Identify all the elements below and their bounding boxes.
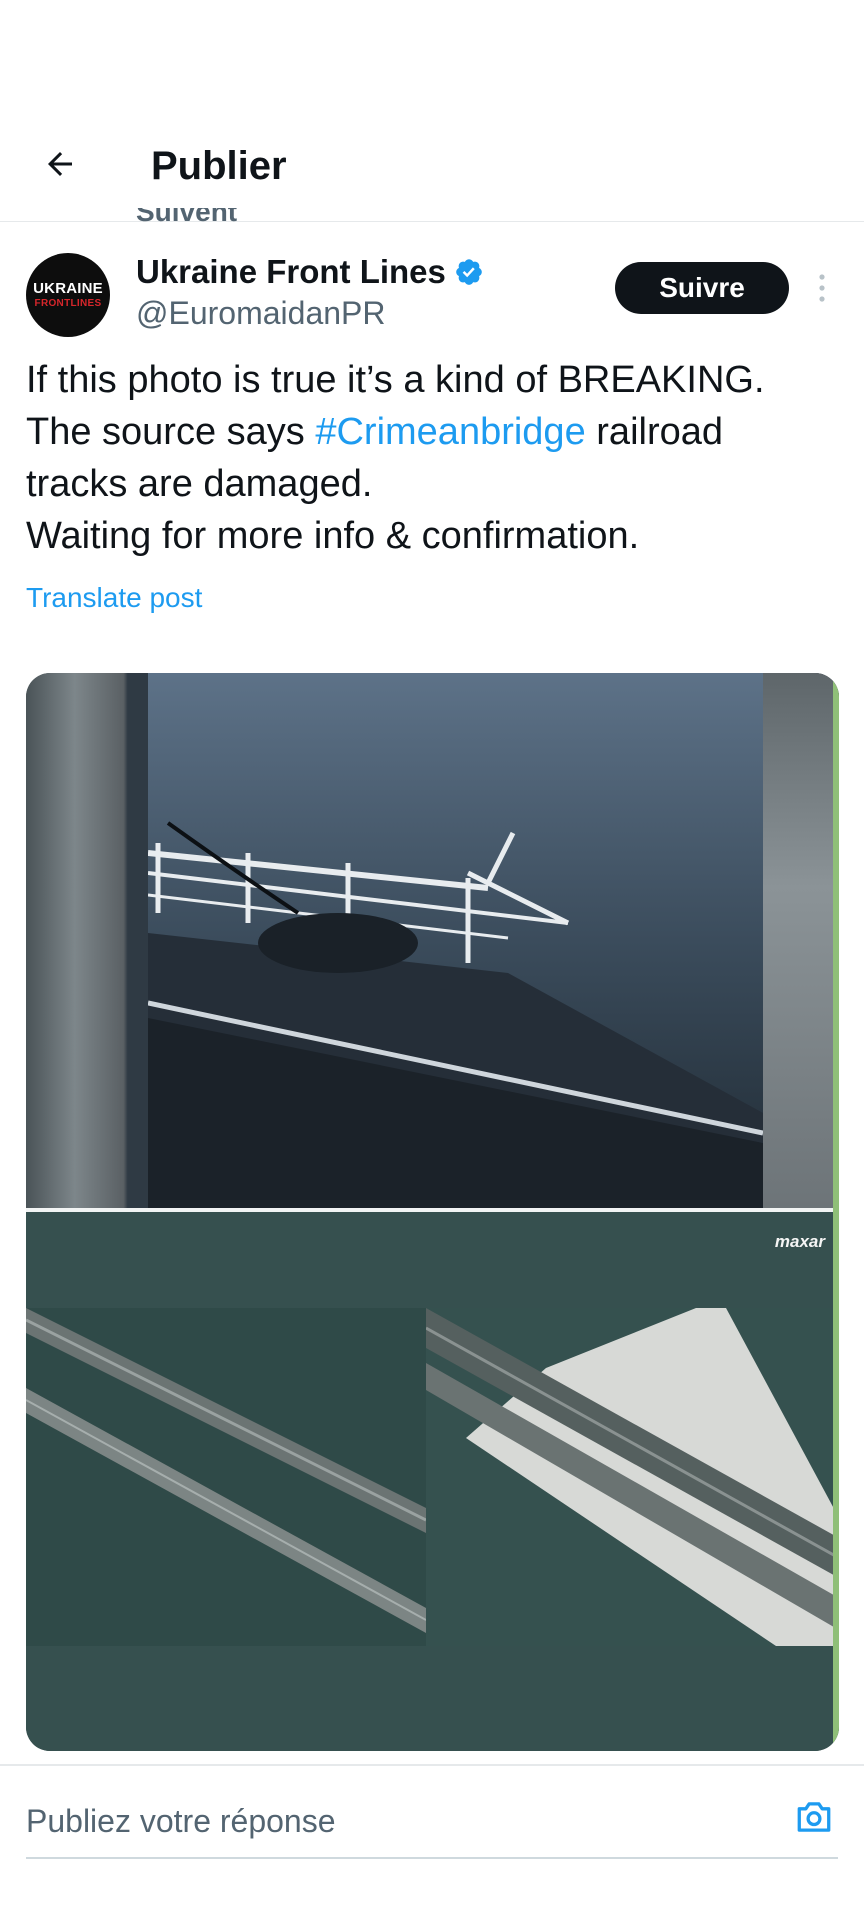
reply-input[interactable]: Publiez votre réponse	[26, 1801, 336, 1841]
tweet-media-image[interactable]: maxar	[26, 673, 839, 1751]
arrow-left-icon	[48, 152, 72, 176]
tweet-text-line: The source says #Crimeanbridge railroad	[26, 406, 846, 458]
satellite-image-right	[426, 1308, 839, 1646]
reply-divider	[0, 1764, 864, 1766]
camera-icon	[797, 1802, 831, 1832]
page-title: Publier	[151, 144, 287, 188]
tweet-text-line: Waiting for more info & confirmation.	[26, 515, 640, 557]
top-app-bar: Publier	[0, 120, 864, 222]
media-satellite-images: maxar	[26, 1212, 839, 1751]
maxar-watermark: maxar	[774, 1232, 825, 1251]
more-vertical-icon	[819, 274, 825, 302]
tweet-text-fragment: railroad	[585, 411, 724, 453]
avatar[interactable]: UKRAINE FRONTLINES	[26, 253, 110, 337]
media-photo-railing	[26, 673, 839, 1208]
camera-button[interactable]	[792, 1795, 836, 1839]
follow-button[interactable]: Suivre	[615, 262, 789, 314]
reply-underline	[26, 1857, 838, 1859]
media-blur-edge	[763, 673, 839, 1208]
more-options-button[interactable]	[806, 268, 838, 308]
verified-badge-icon	[456, 259, 482, 285]
avatar-text-line1: UKRAINE	[33, 279, 103, 297]
translate-post-link[interactable]: Translate post	[26, 580, 202, 616]
reply-composer[interactable]: Publiez votre réponse	[26, 1795, 838, 1857]
tweet-text: If this photo is true it’s a kind of BRE…	[26, 354, 846, 562]
tweet-text-fragment: The source says	[26, 411, 316, 453]
author-handle[interactable]: @EuromaidanPR	[136, 294, 385, 332]
tweet-text-line: tracks are damaged.	[26, 463, 373, 505]
satellite-image-left	[26, 1308, 426, 1646]
author-display-name[interactable]: Ukraine Front Lines	[136, 252, 446, 292]
back-button[interactable]	[36, 140, 84, 188]
media-edge-strip	[833, 673, 839, 1751]
railing-photo	[148, 673, 763, 1208]
author-name-row: Ukraine Front Lines	[136, 252, 484, 292]
tweet-text-line: If this photo is true it’s a kind of BRE…	[26, 359, 765, 401]
hashtag-link[interactable]: #Crimeanbridge	[315, 411, 585, 453]
avatar-text-line2: FRONTLINES	[34, 297, 102, 309]
